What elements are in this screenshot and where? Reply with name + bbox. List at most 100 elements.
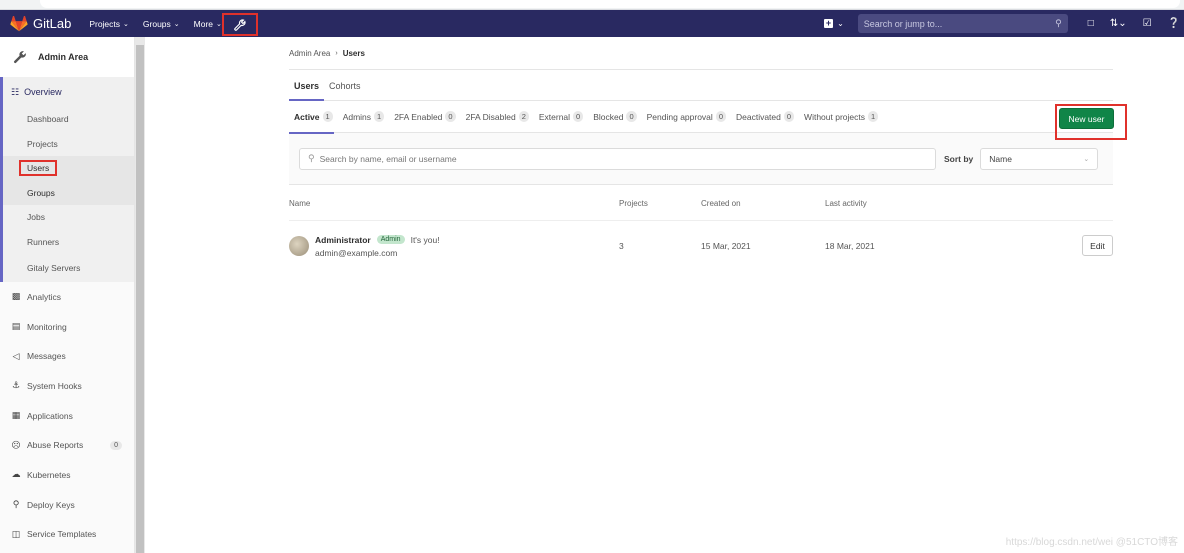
user-last-activity: 18 Mar, 2021 <box>825 241 875 251</box>
frown-icon: ☹ <box>11 439 21 450</box>
count-badge: 0 <box>110 440 122 450</box>
search-icon: ⚲ <box>1055 18 1062 28</box>
avatar[interactable] <box>289 236 309 256</box>
filter-label: Pending approval <box>646 111 713 122</box>
nav-groups[interactable]: Groups ⌄ <box>143 19 180 29</box>
sidebar-item-monitoring[interactable]: ▤ Monitoring <box>0 312 134 342</box>
sidebar-item-service-templates[interactable]: ◫ Service Templates <box>0 520 134 550</box>
its-you-label: It's you! <box>410 234 440 245</box>
wrench-icon <box>10 47 30 67</box>
filter-blocked[interactable]: Blocked 0 <box>588 101 641 133</box>
wrench-icon <box>234 18 246 31</box>
todo-icon[interactable]: ☑ <box>1143 18 1152 29</box>
sidebar-item-dashboard[interactable]: Dashboard <box>3 107 134 132</box>
sidebar-item-label: Analytics <box>27 291 62 302</box>
sidebar-item-gitaly-servers[interactable]: Gitaly Servers <box>3 254 134 282</box>
filter-label: External <box>538 111 571 122</box>
breadcrumb-admin-area[interactable]: Admin Area <box>289 49 330 58</box>
nav-more-label: More <box>193 18 214 29</box>
nav-projects[interactable]: Projects ⌄ <box>89 19 129 29</box>
grid-icon: ▦ <box>11 410 21 421</box>
new-dropdown[interactable]: + ⌄ <box>824 19 844 28</box>
search-placeholder: Search or jump to... <box>863 18 943 29</box>
address-bar[interactable] <box>40 0 1180 8</box>
sidebar-item-label: Service Templates <box>27 529 97 540</box>
nav-groups-label: Groups <box>142 18 171 29</box>
sort-value: Name <box>989 153 1012 164</box>
sidebar-overview-section: ☷ Overview Dashboard Projects Users Grou… <box>0 77 134 282</box>
plus-square-icon: + <box>824 18 834 28</box>
filter-label: 2FA Disabled <box>465 111 516 122</box>
sidebar-item-overview[interactable]: ☷ Overview <box>3 77 134 107</box>
issues-icon[interactable]: □ <box>1088 18 1094 29</box>
new-user-button[interactable]: New user <box>1059 108 1114 129</box>
top-navbar: GitLab Projects ⌄ Groups ⌄ More ⌄ + ⌄ Search… <box>0 10 1184 37</box>
chevron-down-icon: ⌄ <box>123 20 129 28</box>
user-search-bar: ⚲ Search by name, email or username Sort… <box>289 133 1113 185</box>
sidebar-item-kubernetes[interactable]: ☁ Kubernetes <box>0 460 134 490</box>
sidebar-item-label: Monitoring <box>27 321 67 332</box>
nav-more[interactable]: More ⌄ <box>194 19 222 29</box>
browser-toolbar <box>0 0 1184 10</box>
gitlab-logo[interactable]: GitLab <box>10 15 71 32</box>
highlight-box: New user <box>1055 104 1127 140</box>
sidebar-item-analytics[interactable]: ▩ Analytics <box>0 282 134 312</box>
sidebar-item-label: Runners <box>27 236 60 247</box>
count-badge: 1 <box>868 111 879 122</box>
chevron-down-icon: ⌄ <box>1083 155 1090 163</box>
sidebar-item-deploy-keys[interactable]: ⚲ Deploy Keys <box>0 490 134 520</box>
filter-pending-approval[interactable]: Pending approval 0 <box>642 101 731 133</box>
edit-user-button[interactable]: Edit <box>1082 235 1113 256</box>
filter-without-projects[interactable]: Without projects 1 <box>799 101 883 133</box>
sidebar-item-label: Applications <box>27 410 73 421</box>
filter-active[interactable]: Active 1 <box>289 101 338 134</box>
sidebar-item-label: Deploy Keys <box>27 499 75 510</box>
breadcrumb-users[interactable]: Users <box>343 49 365 58</box>
main-content: Admin Area › Users Users Cohorts Active 1… <box>145 37 1184 553</box>
admin-area-button[interactable] <box>222 13 258 36</box>
filter-2fa-disabled[interactable]: 2FA Disabled 2 <box>461 101 534 133</box>
sort-dropdown[interactable]: Name ⌄ <box>980 147 1099 170</box>
sidebar-item-label: System Hooks <box>27 380 82 391</box>
sidebar-item-abuse-reports[interactable]: ☹ Abuse Reports 0 <box>0 430 134 460</box>
filter-admins[interactable]: Admins 1 <box>338 101 390 133</box>
help-icon[interactable]: ❔ <box>1168 18 1180 29</box>
count-badge: 0 <box>445 111 456 122</box>
users-table-header: Name Projects Created on Last activity <box>289 185 1113 221</box>
sidebar-item-label: Projects <box>27 138 58 149</box>
tab-users[interactable]: Users <box>289 81 325 101</box>
overview-icon: ☷ <box>11 86 20 97</box>
filter-external[interactable]: External 0 <box>534 101 588 133</box>
filter-2fa-enabled[interactable]: 2FA Enabled 0 <box>389 101 460 133</box>
sidebar-item-runners[interactable]: Runners <box>3 230 134 255</box>
sidebar-item-users[interactable]: Users <box>3 156 134 181</box>
sidebar-item-applications[interactable]: ▦ Applications <box>0 401 134 431</box>
template-icon: ◫ <box>11 528 21 539</box>
filter-label: Active <box>294 111 320 122</box>
sidebar-item-label: Users <box>19 160 58 177</box>
chevron-right-icon: › <box>335 49 338 57</box>
sidebar-item-groups[interactable]: Groups <box>3 180 134 205</box>
tab-cohorts[interactable]: Cohorts <box>324 81 366 100</box>
sidebar-scrollbar[interactable] <box>135 37 145 553</box>
user-projects-count: 3 <box>619 241 624 251</box>
filter-deactivated[interactable]: Deactivated 0 <box>731 101 799 133</box>
sidebar-header[interactable]: Admin Area <box>0 37 134 77</box>
global-search-input[interactable]: Search or jump to... ⚲ <box>857 14 1068 33</box>
sidebar-item-messages[interactable]: ◁ Messages <box>0 341 134 371</box>
cloud-icon: ☁ <box>11 469 21 480</box>
merge-request-icon[interactable]: ⇅⌄ <box>1110 18 1127 29</box>
sidebar-item-system-hooks[interactable]: ⚓ System Hooks <box>0 371 134 401</box>
sidebar-item-label: Messages <box>27 351 66 362</box>
scrollbar-thumb[interactable] <box>136 45 144 553</box>
sidebar-item-jobs[interactable]: Jobs <box>3 205 134 230</box>
column-projects: Projects <box>619 198 648 208</box>
user-cell: Administrator Admin It's you! admin@exam… <box>289 221 440 271</box>
filter-label: Without projects <box>804 111 865 122</box>
sidebar-item-projects[interactable]: Projects <box>3 132 134 157</box>
user-search-input[interactable]: ⚲ Search by name, email or username <box>299 147 936 170</box>
count-badge: 0 <box>783 111 795 122</box>
count-badge: 1 <box>374 111 385 122</box>
count-badge: 1 <box>322 111 333 122</box>
user-name-link[interactable]: Administrator <box>315 235 371 245</box>
